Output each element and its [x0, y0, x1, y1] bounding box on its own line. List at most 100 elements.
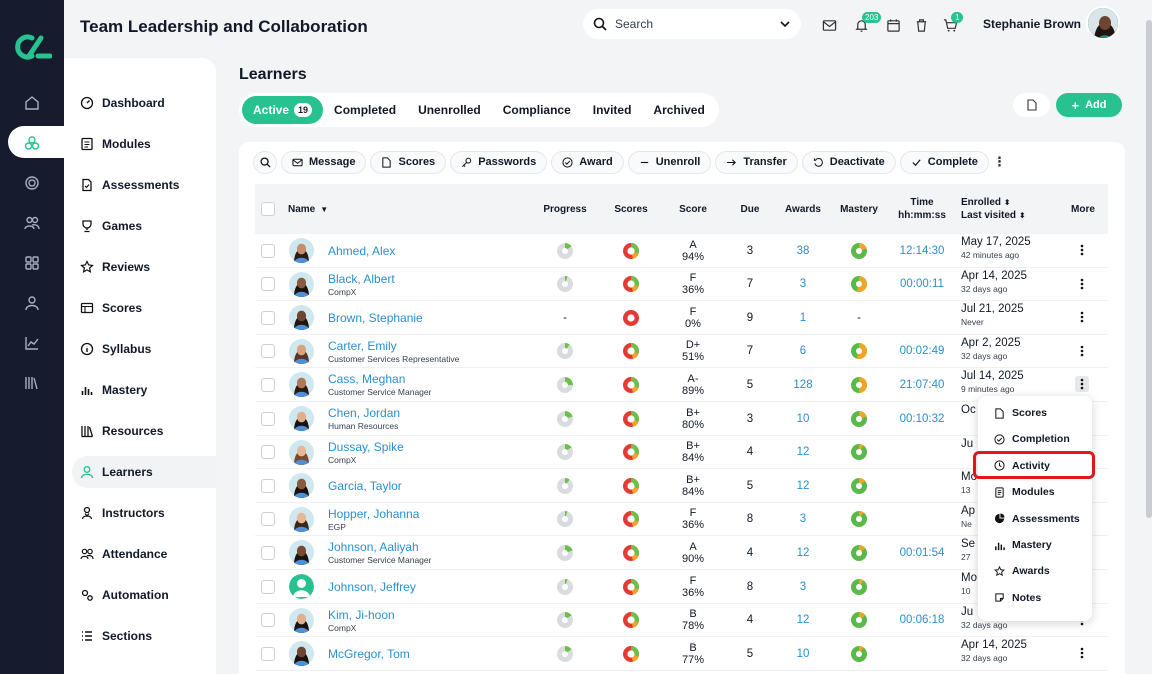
- awards-count-link[interactable]: 6: [800, 345, 806, 357]
- learner-name-link[interactable]: Carter, Emily: [328, 339, 397, 353]
- calendar-icon[interactable]: [884, 16, 902, 34]
- row-checkbox[interactable]: [259, 335, 277, 368]
- menu-item-modules[interactable]: Modules: [978, 479, 1092, 505]
- mastery-cell[interactable]: [831, 402, 887, 435]
- table-row[interactable]: McGregor, Tom B 77% 5 10 Apr 14, 2025 32 days …: [255, 637, 1108, 671]
- progress-cell[interactable]: [535, 503, 595, 536]
- trash-icon[interactable]: [912, 16, 930, 34]
- name-column-header[interactable]: Name ▼: [288, 184, 348, 234]
- awards-count-link[interactable]: 12: [797, 480, 810, 492]
- mastery-cell[interactable]: [831, 234, 887, 267]
- row-more-icon[interactable]: [1075, 376, 1089, 393]
- complete-button[interactable]: Complete: [899, 150, 989, 174]
- scores-cell[interactable]: [603, 536, 659, 569]
- table-row[interactable]: Black, Albert CompX F 36% 7 3 00:00:11 Apr 14, …: [255, 268, 1108, 302]
- row-more-icon[interactable]: [1075, 276, 1089, 292]
- progress-cell[interactable]: [535, 604, 595, 637]
- mastery-cell[interactable]: [831, 368, 887, 401]
- learner-name-link[interactable]: Dussay, Spike: [328, 440, 404, 454]
- mastery-cell[interactable]: [831, 570, 887, 603]
- learner-name-link[interactable]: Cass, Meghan: [328, 372, 405, 386]
- row-more-icon[interactable]: [1075, 309, 1089, 325]
- row-checkbox[interactable]: [259, 301, 277, 334]
- unenroll-button[interactable]: Unenroll: [627, 150, 712, 174]
- passwords-button[interactable]: Passwords: [450, 150, 548, 174]
- time-spent-link[interactable]: 00:02:49: [900, 345, 945, 357]
- learner-name-link[interactable]: Hopper, Johanna: [328, 507, 419, 521]
- tab-active[interactable]: Active 19: [242, 96, 324, 124]
- scores-cell[interactable]: [603, 301, 659, 334]
- grid-icon[interactable]: [20, 251, 44, 275]
- add-button[interactable]: + Add: [1056, 93, 1122, 117]
- menu-item-assessments[interactable]: Assessments: [978, 506, 1092, 532]
- row-checkbox[interactable]: [259, 536, 277, 569]
- nav-item-games[interactable]: Games: [72, 210, 216, 242]
- time-spent-link[interactable]: 00:06:18: [900, 614, 945, 626]
- progress-cell[interactable]: [535, 402, 595, 435]
- awards-count-link[interactable]: 3: [800, 513, 806, 525]
- time-spent-link[interactable]: 00:10:32: [900, 413, 945, 425]
- row-checkbox[interactable]: [259, 368, 277, 401]
- nav-item-automation[interactable]: Automation: [72, 579, 216, 611]
- scores-cell[interactable]: [603, 469, 659, 502]
- learner-name-link[interactable]: Johnson, Jeffrey: [328, 580, 416, 594]
- users-icon[interactable]: [20, 211, 44, 235]
- progress-cell[interactable]: [535, 368, 595, 401]
- progress-cell[interactable]: [535, 637, 595, 670]
- awards-count-link[interactable]: 128: [793, 379, 812, 391]
- transfer-button[interactable]: Transfer: [715, 150, 798, 174]
- time-spent-link[interactable]: 00:01:54: [900, 547, 945, 559]
- row-checkbox[interactable]: [259, 604, 277, 637]
- progress-cell[interactable]: [535, 268, 595, 301]
- awards-count-link[interactable]: 10: [797, 413, 810, 425]
- progress-cell[interactable]: -: [535, 301, 595, 334]
- scores-cell[interactable]: [603, 570, 659, 603]
- nav-item-instructors[interactable]: Instructors: [72, 497, 216, 529]
- row-checkbox[interactable]: [259, 436, 277, 469]
- awards-count-link[interactable]: 12: [797, 446, 810, 458]
- modules-cluster-icon[interactable]: [20, 131, 44, 155]
- table-row[interactable]: Brown, Stephanie - F 0% 9 1 - Jul 21, 2025 Never: [255, 301, 1108, 335]
- awards-count-link[interactable]: 38: [797, 245, 810, 257]
- scores-cell[interactable]: [603, 637, 659, 670]
- table-row[interactable]: Ahmed, Alex A 94% 3 38 12:14:30 May 17, 2025 42…: [255, 234, 1108, 268]
- scores-column-header[interactable]: Scores: [603, 184, 659, 234]
- time-spent-link[interactable]: 00:00:11: [900, 278, 944, 290]
- mastery-cell[interactable]: -: [831, 301, 887, 334]
- awards-count-link[interactable]: 10: [797, 648, 810, 660]
- progress-cell[interactable]: [535, 469, 595, 502]
- progress-cell[interactable]: [535, 536, 595, 569]
- learner-name-link[interactable]: Black, Albert: [328, 272, 395, 286]
- deactivate-button[interactable]: Deactivate: [801, 150, 896, 174]
- learner-name-link[interactable]: Chen, Jordan: [328, 406, 400, 420]
- search-box[interactable]: Search: [583, 9, 801, 39]
- export-button[interactable]: [1013, 93, 1050, 117]
- mail-icon[interactable]: [820, 16, 838, 34]
- table-search-button[interactable]: [253, 150, 277, 174]
- row-checkbox[interactable]: [259, 469, 277, 502]
- menu-item-notes[interactable]: Notes: [978, 585, 1092, 611]
- mastery-cell[interactable]: [831, 637, 887, 670]
- time-spent-link[interactable]: 12:14:30: [900, 245, 945, 257]
- tab-invited[interactable]: Invited: [582, 96, 643, 124]
- nav-item-attendance[interactable]: Attendance: [72, 538, 216, 570]
- menu-item-scores[interactable]: Scores: [978, 400, 1092, 426]
- awards-count-link[interactable]: 1: [800, 312, 806, 324]
- nav-item-modules[interactable]: Modules: [72, 128, 216, 160]
- user-name[interactable]: Stephanie Brown: [983, 17, 1081, 31]
- enrolled-column-header[interactable]: Enrolled ⬍ Last visited ⬍: [961, 184, 1041, 234]
- mastery-cell[interactable]: [831, 604, 887, 637]
- awards-count-link[interactable]: 3: [800, 581, 806, 593]
- scores-cell[interactable]: [603, 234, 659, 267]
- progress-cell[interactable]: [535, 436, 595, 469]
- nav-item-mastery[interactable]: Mastery: [72, 374, 216, 406]
- scores-cell[interactable]: [603, 268, 659, 301]
- mastery-cell[interactable]: [831, 268, 887, 301]
- home-icon[interactable]: [20, 91, 44, 115]
- awards-column-header[interactable]: Awards: [777, 184, 829, 234]
- awards-count-link[interactable]: 12: [797, 547, 810, 559]
- page-scrollbar[interactable]: [1146, 20, 1152, 518]
- nav-item-learners[interactable]: Learners: [72, 456, 216, 488]
- progress-cell[interactable]: [535, 234, 595, 267]
- nav-item-reviews[interactable]: Reviews: [72, 251, 216, 283]
